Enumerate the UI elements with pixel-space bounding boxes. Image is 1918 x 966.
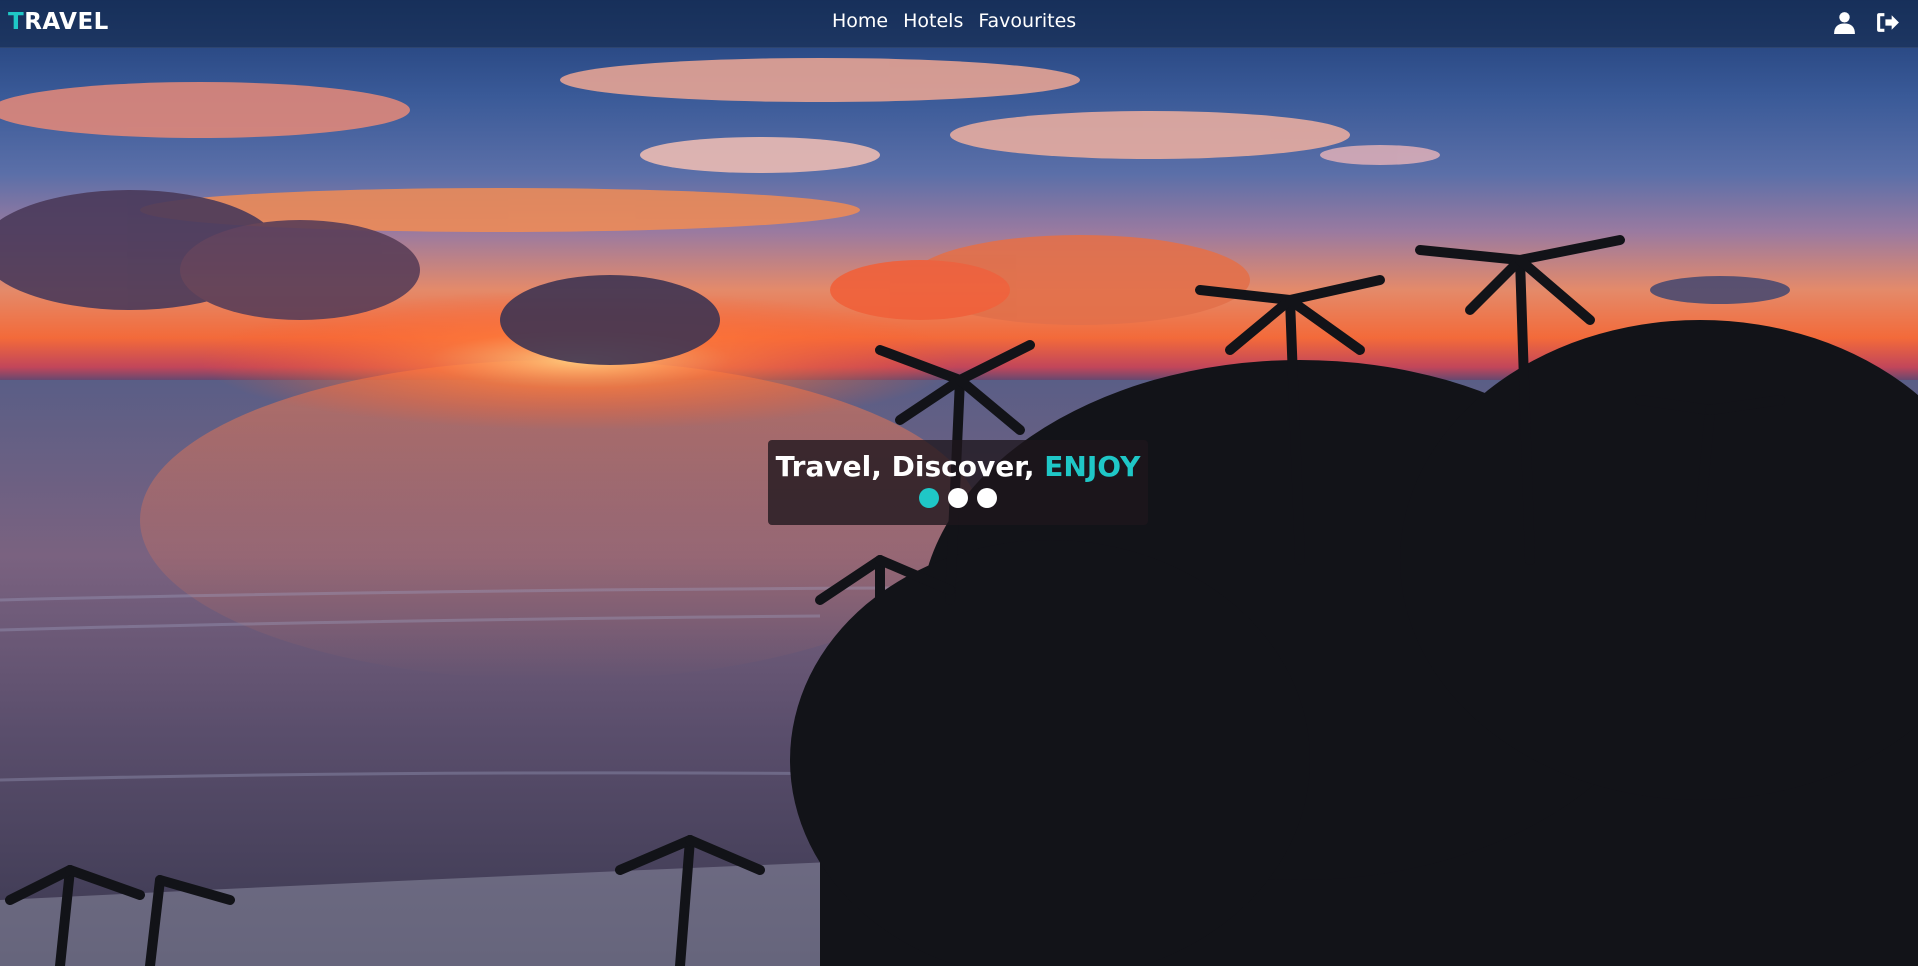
nav-link-home[interactable]: Home — [832, 10, 888, 32]
nav-link-hotels[interactable]: Hotels — [903, 10, 963, 32]
brand-logo-text: RAVEL — [24, 9, 109, 35]
brand-logo[interactable]: TRAVEL — [8, 9, 109, 35]
hero-title-accent: ENJOY — [1044, 450, 1141, 483]
navbar-actions — [1832, 10, 1900, 35]
hero-title: Travel, Discover, ENJOY — [768, 450, 1148, 483]
hero-title-main: Travel, Discover, — [775, 450, 1045, 483]
carousel-dot-1[interactable] — [919, 488, 939, 508]
carousel-dot-3[interactable] — [977, 488, 997, 508]
logout-icon[interactable] — [1875, 10, 1900, 35]
top-navbar: TRAVEL Home Hotels Favourites — [0, 0, 1918, 48]
carousel-dot-2[interactable] — [948, 488, 968, 508]
user-icon[interactable] — [1832, 10, 1857, 35]
hero-caption: Travel, Discover, ENJOY — [768, 440, 1148, 525]
app-root: TRAVEL Home Hotels Favourites Travel, Di… — [0, 0, 1918, 966]
carousel-indicators — [768, 488, 1148, 508]
nav-link-favourites[interactable]: Favourites — [978, 10, 1076, 32]
brand-logo-accent-letter: T — [8, 9, 25, 35]
main-nav: Home Hotels Favourites — [832, 10, 1076, 32]
